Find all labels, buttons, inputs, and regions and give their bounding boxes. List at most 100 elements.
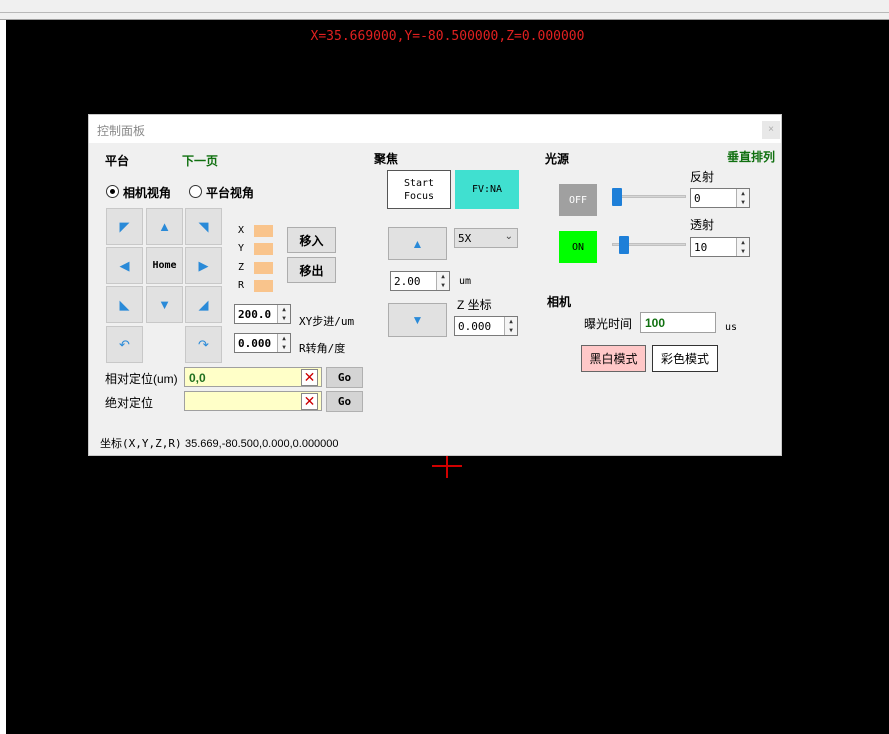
rotate-cw-icon: ↷ (198, 336, 209, 352)
absolute-label: 绝对定位 (105, 396, 154, 410)
arrow-down-left-button[interactable]: ◣ (106, 286, 143, 323)
close-icon[interactable]: × (762, 121, 780, 139)
axis-r-indicator (254, 280, 273, 292)
camera-heading: 相机 (547, 295, 572, 309)
arrow-down-icon: ▼ (158, 297, 171, 312)
relative-label: 相对定位(um) (105, 372, 178, 386)
home-button[interactable]: Home (146, 247, 183, 284)
move-in-button[interactable]: 移入 (287, 227, 336, 253)
arrow-down-button[interactable]: ▼ (146, 286, 183, 323)
go-relative-button[interactable]: Go (326, 367, 363, 388)
axis-y-indicator (254, 243, 273, 255)
platform-view-radio[interactable] (189, 185, 202, 198)
transmit-slider-thumb[interactable] (619, 236, 630, 254)
axis-z-label: Z (238, 262, 245, 273)
light-off-button[interactable]: OFF (559, 184, 597, 216)
spinner-icon[interactable]: ▲ ▼ (736, 238, 749, 256)
rotate-cw-button[interactable]: ↷ (185, 326, 222, 363)
xy-step-label: XY步进/um (299, 315, 355, 328)
objective-select[interactable]: 5X ⌄ (454, 228, 518, 248)
xy-step-value: 200.0 (238, 308, 272, 321)
exposure-unit: us (725, 322, 738, 333)
light-on-button[interactable]: ON (559, 231, 597, 263)
arrow-up-left-button[interactable]: ◤ (106, 208, 143, 245)
arrow-up-icon: ▲ (411, 236, 424, 251)
transmit-label: 透射 (690, 218, 715, 232)
z-coord-label: Z 坐标 (457, 298, 492, 312)
focus-step-value: 2.00 (394, 275, 421, 288)
arrow-left-button[interactable]: ◀ (106, 247, 143, 284)
spinner-icon[interactable]: ▲ ▼ (277, 305, 290, 323)
axis-x-indicator (254, 225, 273, 237)
arrow-up-button[interactable]: ▲ (146, 208, 183, 245)
arrow-up-right-icon: ◥ (198, 218, 209, 234)
fv-na-button[interactable]: FV:NA (455, 170, 519, 209)
arrow-down-right-icon: ◢ (198, 296, 209, 312)
axis-z-indicator (254, 262, 273, 274)
z-coord-value: 0.000 (458, 320, 492, 333)
focus-step-unit: um (459, 276, 472, 287)
objective-value: 5X (458, 232, 472, 245)
platform-heading: 平台 (105, 154, 130, 168)
transmit-value: 10 (694, 241, 708, 254)
mono-mode-button[interactable]: 黑白模式 (581, 345, 646, 372)
reflect-slider-thumb[interactable] (612, 188, 622, 206)
r-angle-input[interactable]: 0.000 ▲ ▼ (234, 333, 291, 353)
light-heading: 光源 (545, 152, 570, 166)
xy-step-input[interactable]: 200.0 ▲ ▼ (234, 304, 291, 324)
platform-view-label: 平台视角 (206, 186, 255, 200)
camera-view-label: 相机视角 (123, 186, 172, 200)
exposure-label: 曝光时间 (584, 317, 633, 331)
coords-readout: X=35.669000,Y=-80.500000,Z=0.000000 (310, 29, 585, 44)
reflect-value: 0 (694, 192, 701, 205)
reflect-input[interactable]: 0 ▲ ▼ (690, 188, 750, 208)
spinner-icon[interactable]: ▲ ▼ (736, 189, 749, 207)
rotate-ccw-icon: ↶ (119, 336, 130, 352)
chevron-down-icon: ⌄ (504, 231, 513, 242)
arrow-down-right-button[interactable]: ◢ (185, 286, 222, 323)
top-toolbar (0, 0, 889, 20)
panel-titlebar[interactable]: 控制面板 × (89, 115, 781, 143)
arrow-down-icon: ▼ (411, 313, 424, 327)
exposure-input[interactable]: 100 (640, 312, 716, 333)
reflect-slider-track[interactable] (612, 195, 686, 198)
exposure-value: 100 (645, 316, 666, 330)
axis-y-label: Y (238, 243, 245, 254)
relative-value: 0,0 (189, 371, 206, 385)
r-angle-value: 0.000 (238, 337, 272, 350)
clear-relative-icon[interactable]: ✕ (301, 369, 318, 386)
axis-r-label: R (238, 280, 245, 291)
focus-step-input[interactable]: 2.00 ▲ ▼ (390, 271, 450, 291)
reflect-label: 反射 (690, 170, 715, 184)
color-mode-button[interactable]: 彩色模式 (652, 345, 718, 372)
arrow-up-right-button[interactable]: ◥ (185, 208, 222, 245)
camera-view-radio[interactable] (106, 185, 119, 198)
spinner-icon[interactable]: ▲ ▼ (504, 317, 517, 335)
axis-x-label: X (238, 225, 245, 236)
rotate-ccw-button[interactable]: ↶ (106, 326, 143, 363)
go-absolute-button[interactable]: Go (326, 391, 363, 412)
arrow-up-left-icon: ◤ (119, 218, 130, 234)
control-panel: 控制面板 × 平台 下一页 相机视角 平台视角 ◤ ▲ ◥ ◀ Home ▶ ◣… (88, 114, 782, 456)
arrow-right-icon: ▶ (198, 257, 209, 273)
arrow-up-icon: ▲ (158, 219, 171, 234)
arrow-left-icon: ◀ (119, 257, 130, 273)
focus-down-button[interactable]: ▼ (388, 303, 447, 337)
arrow-down-left-icon: ◣ (119, 296, 130, 312)
crosshair-icon-vertical (446, 454, 448, 478)
arrow-right-button[interactable]: ▶ (185, 247, 222, 284)
next-page-link[interactable]: 下一页 (182, 152, 218, 169)
clear-absolute-icon[interactable]: ✕ (301, 393, 318, 410)
transmit-input[interactable]: 10 ▲ ▼ (690, 237, 750, 257)
z-coord-input[interactable]: 0.000 ▲ ▼ (454, 316, 518, 336)
coord-label: 坐标(X,Y,Z,R) (100, 437, 182, 450)
spinner-icon[interactable]: ▲ ▼ (436, 272, 449, 290)
move-out-button[interactable]: 移出 (287, 257, 336, 283)
spinner-icon[interactable]: ▲ ▼ (277, 334, 290, 352)
r-angle-label: R转角/度 (299, 342, 346, 355)
panel-title: 控制面板 (97, 124, 146, 138)
vertical-layout-link[interactable]: 垂直排列 (727, 148, 775, 165)
focus-up-button[interactable]: ▲ (388, 227, 447, 260)
coord-value: 35.669,-80.500,0.000,0.000000 (185, 438, 339, 450)
start-focus-button[interactable]: Start Focus (387, 170, 451, 209)
